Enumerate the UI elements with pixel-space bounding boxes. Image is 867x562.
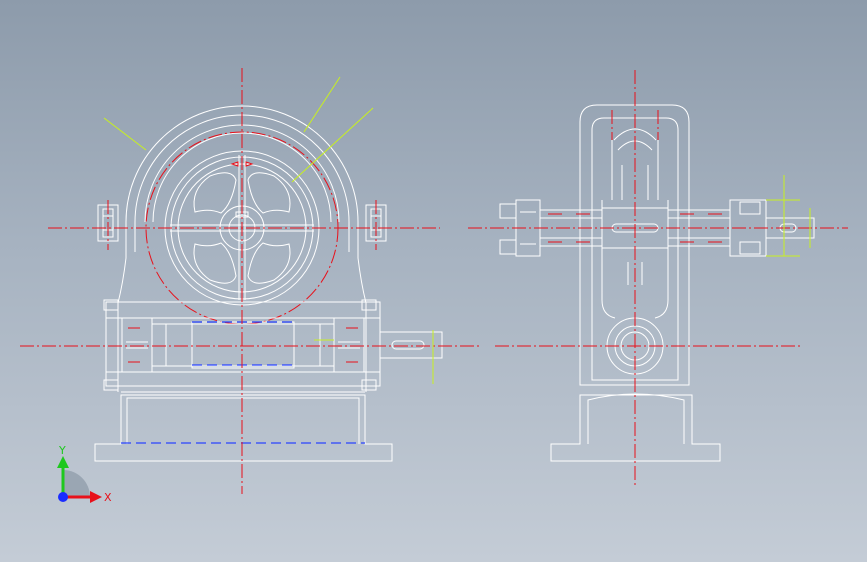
side-view [468,70,848,488]
triad-y-label: Y [58,444,66,457]
front-base [94,391,393,462]
side-centerlines [468,70,848,488]
side-leader-lines [766,175,811,257]
drawing-viewport[interactable]: Y X [0,0,867,562]
front-view [20,68,480,494]
triad-z-axis-dot [58,492,68,502]
worm-shaft-housing [103,299,443,391]
axis-triad[interactable]: Y X [57,444,112,504]
triad-plane-shading [63,470,90,497]
triad-x-arrowhead [90,491,102,503]
drawing-canvas[interactable]: Y X [0,0,867,562]
front-centerlines [20,68,480,494]
triad-y-arrowhead [57,456,69,468]
triad-x-label: X [104,491,112,504]
